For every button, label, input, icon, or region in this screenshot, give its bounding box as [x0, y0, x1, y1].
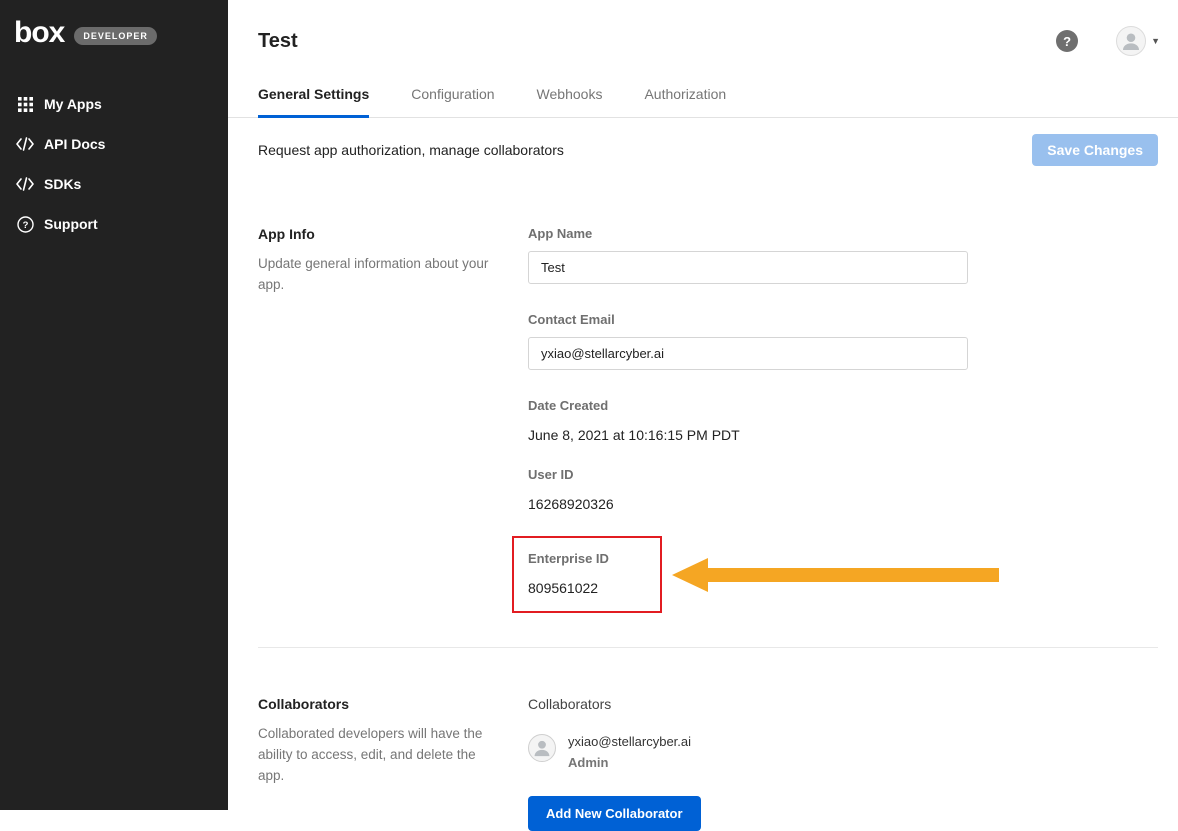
toolbar-description: Request app authorization, manage collab… — [258, 142, 564, 158]
section-divider — [258, 647, 1158, 648]
sidebar-item-my-apps[interactable]: My Apps — [0, 84, 228, 124]
tab-general-settings[interactable]: General Settings — [258, 86, 369, 118]
collaborators-section: Collaborators Collaborated developers wi… — [228, 696, 1178, 831]
toolbar: Request app authorization, manage collab… — [228, 118, 1178, 182]
sidebar-item-api-docs[interactable]: API Docs — [0, 124, 228, 164]
tab-bar: General Settings Configuration Webhooks … — [228, 86, 1178, 118]
date-created-value: June 8, 2021 at 10:16:15 PM PDT — [528, 427, 1158, 443]
developer-badge: DEVELOPER — [74, 27, 157, 45]
sidebar-item-support[interactable]: ? Support — [0, 204, 228, 244]
topbar: Test ? ▼ — [228, 0, 1178, 56]
app-info-left: App Info Update general information abou… — [258, 226, 528, 613]
code-icon — [16, 175, 34, 193]
add-new-collaborator-button[interactable]: Add New Collaborator — [528, 796, 701, 831]
section-description: Update general information about your ap… — [258, 254, 493, 296]
sidebar-item-sdks[interactable]: SDKs — [0, 164, 228, 204]
app-info-section: App Info Update general information abou… — [228, 226, 1178, 613]
collaborators-left: Collaborators Collaborated developers wi… — [258, 696, 528, 831]
sidebar-item-label: My Apps — [44, 96, 102, 112]
app-name-field-group: App Name — [528, 226, 1158, 284]
tab-authorization[interactable]: Authorization — [644, 86, 726, 118]
tab-webhooks[interactable]: Webhooks — [537, 86, 603, 118]
collaborators-list: Collaborators yxiao@stellarcyber.ai Admi… — [528, 696, 1158, 831]
section-description: Collaborated developers will have the ab… — [258, 724, 493, 787]
enterprise-id-highlight-box: Enterprise ID 809561022 — [512, 536, 662, 613]
code-icon — [16, 135, 34, 153]
topbar-actions: ? ▼ — [1056, 26, 1160, 56]
contact-email-field-group: Contact Email — [528, 312, 1158, 370]
main-content: Test ? ▼ General Settings Configuration … — [228, 0, 1178, 810]
question-icon: ? — [16, 215, 34, 233]
page-title: Test — [258, 30, 298, 53]
grid-icon — [16, 95, 34, 113]
date-created-field: Date Created June 8, 2021 at 10:16:15 PM… — [528, 398, 1158, 443]
sidebar: box DEVELOPER My Apps API Docs SDKs ? Su — [0, 0, 228, 810]
contact-email-label: Contact Email — [528, 312, 1158, 327]
sidebar-nav: My Apps API Docs SDKs ? Support — [0, 84, 228, 244]
help-icon[interactable]: ? — [1056, 30, 1078, 52]
enterprise-id-value: 809561022 — [528, 580, 646, 596]
section-title: Collaborators — [258, 696, 493, 712]
date-created-label: Date Created — [528, 398, 1158, 413]
enterprise-id-label: Enterprise ID — [528, 551, 646, 566]
save-changes-button[interactable]: Save Changes — [1032, 134, 1158, 166]
chevron-down-icon[interactable]: ▼ — [1151, 36, 1160, 46]
collaborator-avatar — [528, 734, 556, 762]
app-name-label: App Name — [528, 226, 1158, 241]
svg-text:?: ? — [22, 220, 28, 231]
contact-email-input[interactable] — [528, 337, 968, 370]
app-name-input[interactable] — [528, 251, 968, 284]
collaborator-role: Admin — [568, 755, 691, 770]
user-id-label: User ID — [528, 467, 1158, 482]
logo-row: box DEVELOPER — [0, 0, 228, 58]
collaborator-info: yxiao@stellarcyber.ai Admin — [568, 734, 691, 770]
sidebar-item-label: API Docs — [44, 136, 105, 152]
box-logo: box — [14, 18, 64, 48]
collaborators-list-title: Collaborators — [528, 696, 1158, 712]
sidebar-item-label: SDKs — [44, 176, 81, 192]
collaborator-row: yxiao@stellarcyber.ai Admin — [528, 734, 1158, 770]
annotation-arrow-icon — [672, 555, 999, 595]
user-id-field: User ID 16268920326 — [528, 467, 1158, 512]
user-avatar[interactable] — [1116, 26, 1146, 56]
user-id-value: 16268920326 — [528, 496, 1158, 512]
section-title: App Info — [258, 226, 493, 242]
app-info-form: App Name Contact Email Date Created June… — [528, 226, 1158, 613]
collaborator-email: yxiao@stellarcyber.ai — [568, 734, 691, 749]
tab-configuration[interactable]: Configuration — [411, 86, 494, 118]
sidebar-item-label: Support — [44, 216, 98, 232]
